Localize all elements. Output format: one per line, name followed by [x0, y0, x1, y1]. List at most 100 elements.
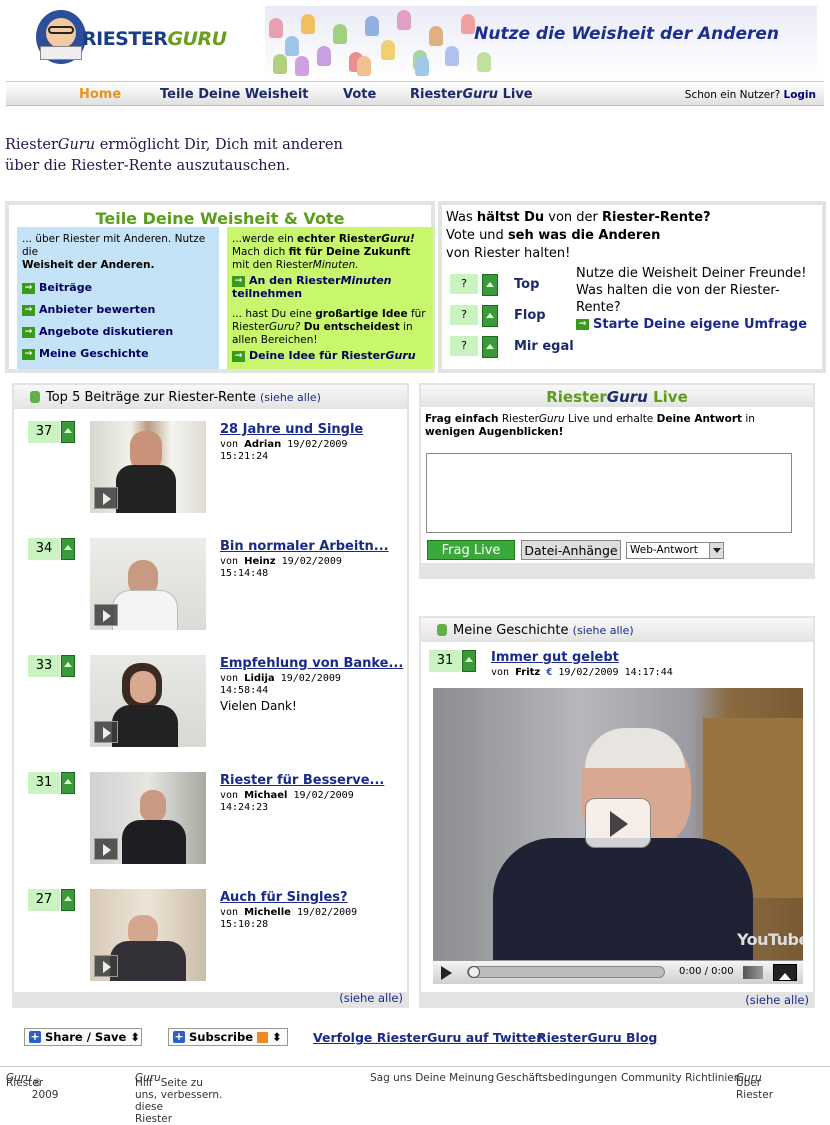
video-thumbnail[interactable]: [90, 655, 206, 747]
green-box: ...werde ein echter RiesterGuru! Mach di…: [227, 227, 433, 369]
vote-row-top: ?: [450, 274, 500, 296]
vote-panel: Was hältst Du von der Riester-Rente? Vot…: [438, 201, 826, 373]
logo-glasses: [48, 26, 74, 34]
vote-question: Was hältst Du von der Riester-Rente? Vot…: [446, 210, 711, 261]
vote-up-button[interactable]: [61, 889, 75, 911]
richtlinien-link[interactable]: Community Richtlinien: [621, 1072, 740, 1084]
copyright: Riester Guru ® 2009: [6, 1072, 59, 1101]
teile-panel: Teile Deine Weisheit & Vote ... über Rie…: [5, 201, 435, 373]
vote-up-button[interactable]: [61, 772, 75, 794]
thumbs-up-icon: [437, 624, 447, 636]
vote-up-button[interactable]: [61, 655, 75, 677]
share-save-button[interactable]: + Share / Save ⬍: [24, 1028, 142, 1046]
meinung-link[interactable]: Sag uns Deine Meinung: [370, 1072, 494, 1084]
login-area: Schon ein Nutzer? Login: [684, 89, 817, 101]
video-title-link[interactable]: Empfehlung von Banke...: [220, 656, 403, 671]
video-thumbnail[interactable]: [90, 421, 206, 513]
link-angebote[interactable]: → Angebote diskutieren: [22, 325, 214, 338]
link-beitraege[interactable]: → Beiträge: [22, 281, 214, 294]
volume-icon[interactable]: [743, 966, 763, 979]
meine-counter: 31: [429, 650, 479, 672]
play-icon[interactable]: [94, 838, 118, 860]
chevron-down-icon: [709, 543, 723, 558]
list-item: 34 Bin normaler Arbeitn... von Heinz 19/…: [28, 538, 408, 632]
live-panel: RiesterGuru Live Frag einfach RiesterGur…: [419, 383, 815, 579]
play-icon[interactable]: [441, 966, 459, 980]
agb-link[interactable]: Geschäftsbedingungen: [496, 1072, 617, 1084]
login-link[interactable]: Login: [784, 89, 817, 101]
play-icon[interactable]: [94, 955, 118, 977]
friends-text: Nutze die Weisheit Deiner Freunde! Was h…: [576, 266, 808, 332]
top5-header: Top 5 Beiträge zur Riester-Rente (siehe …: [14, 385, 407, 409]
link-meine-geschichte[interactable]: → Meine Geschichte: [22, 347, 214, 360]
play-icon[interactable]: [585, 798, 651, 848]
logo[interactable]: RIESTERGURU: [36, 8, 227, 68]
meine-see-all[interactable]: (siehe alle): [573, 624, 634, 637]
vote-row-flop: ?: [450, 305, 500, 327]
top5-footer: (siehe alle): [14, 991, 407, 1006]
play-icon[interactable]: [94, 487, 118, 509]
vote-row-egal: ?: [450, 336, 500, 358]
list-item: 27 Auch für Singles? von Michelle 19/02/…: [28, 889, 408, 983]
vote-label-egal[interactable]: Mir egal: [514, 339, 574, 354]
subscribe-button[interactable]: + Subscribe ⬍: [168, 1028, 288, 1046]
link-anbieter[interactable]: → Anbieter bewerten: [22, 303, 214, 316]
vote-label-flop[interactable]: Flop: [514, 308, 546, 323]
main-nav: Home Teile Deine Weisheit Vote RiesterGu…: [6, 81, 824, 106]
intro-text: RiesterGuru ermöglicht Dir, Dich mit and…: [5, 137, 343, 174]
vote-up-button[interactable]: [482, 336, 498, 358]
top5-footer-see-all[interactable]: (siehe alle): [339, 991, 403, 1005]
nav-home[interactable]: Home: [79, 87, 121, 102]
vote-up-button[interactable]: [482, 274, 498, 296]
vote-label-top[interactable]: Top: [514, 277, 539, 292]
play-icon[interactable]: [94, 721, 118, 743]
bottom-bar: Riester Guru ® 2009 Hilf uns, diese Ries…: [0, 1066, 830, 1125]
video-thumbnail[interactable]: [90, 538, 206, 630]
logo-book: [40, 46, 82, 60]
vote-up-button[interactable]: [482, 305, 498, 327]
video-title-link[interactable]: Auch für Singles?: [220, 890, 348, 905]
blue-box: ... über Riester mit Anderen. Nutze die …: [17, 227, 219, 369]
meine-header: Meine Geschichte (siehe alle): [421, 618, 813, 642]
datei-anhaenge-button[interactable]: Datei-Anhänge: [521, 540, 621, 560]
crowd-banner: Nutze die Weisheit der Anderen: [265, 6, 817, 76]
video-title-link[interactable]: Bin normaler Arbeitn...: [220, 539, 389, 554]
nav-live[interactable]: RiesterGuru Live: [410, 87, 533, 102]
slogan: Nutze die Weisheit der Anderen: [474, 24, 779, 44]
meine-footer-see-all[interactable]: (siehe alle): [745, 993, 809, 1007]
logo-text: RIESTERGURU: [82, 28, 227, 50]
nav-teile[interactable]: Teile Deine Weisheit: [160, 87, 309, 102]
help-text: Hilf uns, diese Riester Guru Seite zu ve…: [135, 1072, 223, 1125]
meine-meta: von Fritz € 19/02/2009 14:17:44: [491, 667, 673, 678]
meine-video-title[interactable]: Immer gut gelebt: [491, 650, 619, 665]
nav-vote[interactable]: Vote: [343, 87, 376, 102]
progress-bar[interactable]: [467, 966, 665, 978]
twitter-link[interactable]: Verfolge RiesterGuru auf Twitter: [313, 1030, 542, 1045]
link-deine-idee[interactable]: → Deine Idee für RiesterGuru: [232, 349, 428, 362]
vote-up-button[interactable]: [61, 421, 75, 443]
frag-live-button[interactable]: Frag Live: [427, 540, 515, 560]
video-thumbnail[interactable]: [90, 772, 206, 864]
fullscreen-icon[interactable]: [773, 964, 797, 981]
ueber-link[interactable]: Über Riester Guru: [736, 1072, 773, 1101]
list-item: 31 Riester für Besserve... von Michael 1…: [28, 772, 408, 866]
top5-see-all[interactable]: (siehe alle): [260, 391, 321, 404]
vote-up-button[interactable]: [462, 650, 476, 672]
video-player[interactable]: YouTube 0:00 / 0:00: [433, 688, 803, 984]
player-controls: 0:00 / 0:00: [433, 960, 803, 984]
vote-up-button[interactable]: [61, 538, 75, 560]
video-thumbnail[interactable]: [90, 889, 206, 981]
video-title-link[interactable]: Riester für Besserve...: [220, 773, 384, 788]
thumbs-up-icon: [30, 391, 40, 403]
list-item: 37 28 Jahre und Single von Adrian 19/02/…: [28, 421, 408, 515]
antwort-select[interactable]: Web-Antwort: [626, 542, 724, 559]
play-icon[interactable]: [94, 604, 118, 626]
umfrage-link[interactable]: → Starte Deine eigene Umfrage: [576, 317, 807, 332]
link-riester-minuten[interactable]: → An den RiesterMinuten teilnehmen: [232, 274, 428, 300]
plus-icon: +: [29, 1030, 41, 1043]
live-question-input[interactable]: [426, 453, 792, 533]
video-title-link[interactable]: 28 Jahre und Single: [220, 422, 363, 437]
rss-icon: [257, 1032, 269, 1043]
blog-link[interactable]: RiesterGuru Blog: [537, 1030, 657, 1045]
plus-icon: +: [173, 1030, 185, 1043]
